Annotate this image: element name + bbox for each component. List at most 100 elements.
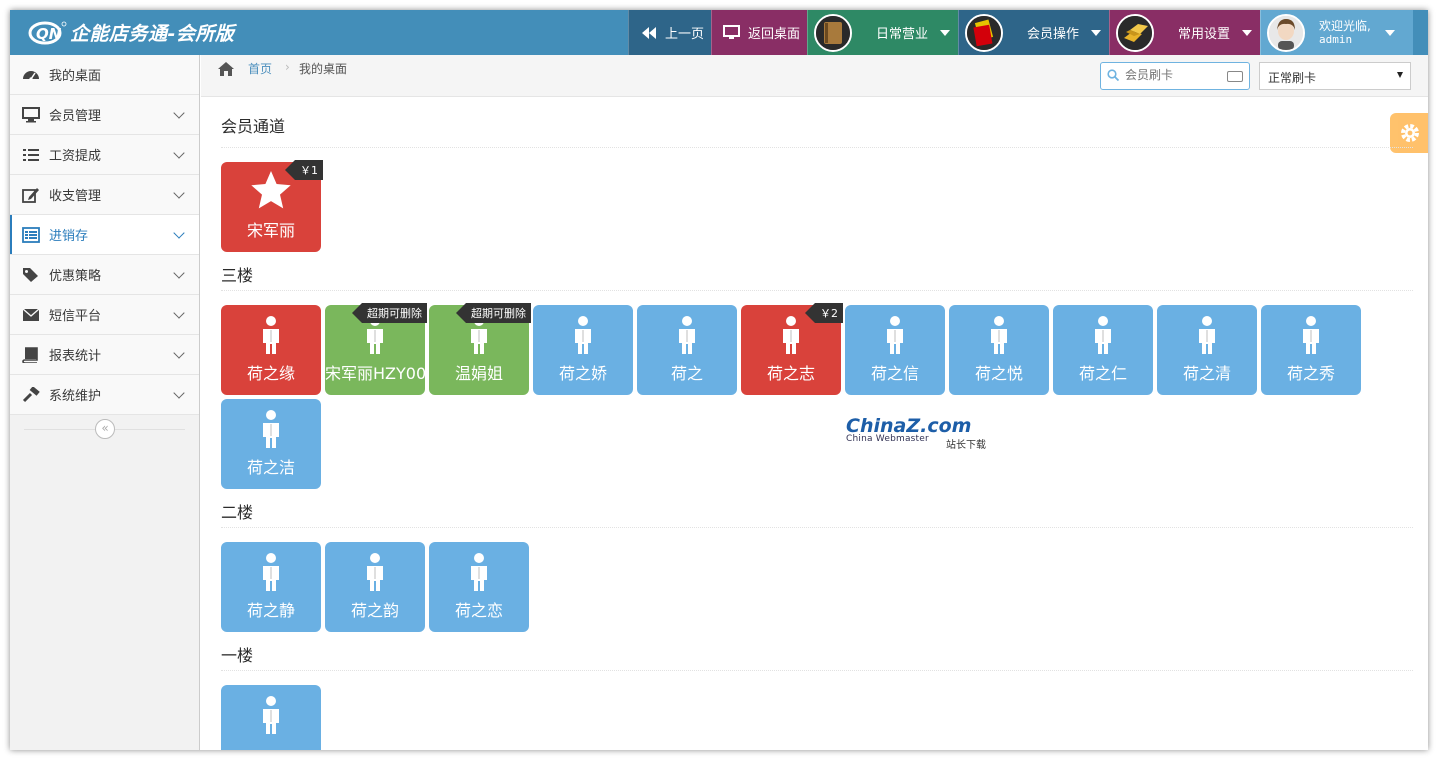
room-tile[interactable]: 荷之悦 bbox=[949, 305, 1049, 395]
floor-label: 一楼 bbox=[221, 646, 254, 665]
card-mode-value: 正常刷卡 bbox=[1268, 71, 1317, 85]
sidebar-item-salary[interactable]: 工资提成 bbox=[10, 135, 199, 175]
return-desktop-label: 返回桌面 bbox=[748, 27, 801, 42]
sidebar-item-label: 报表统计 bbox=[49, 349, 102, 364]
caret-down-icon bbox=[1091, 29, 1102, 36]
caret-down-icon bbox=[1384, 29, 1395, 36]
keyboard-icon[interactable] bbox=[1227, 71, 1243, 82]
brand-title: 企能店务通-会所版 bbox=[70, 23, 235, 45]
username: admin bbox=[1319, 32, 1353, 46]
gold-bars-icon bbox=[1116, 13, 1154, 52]
envelope-icon bbox=[22, 307, 40, 321]
room-tile[interactable]: 荷之信 bbox=[845, 305, 945, 395]
desktop-icon bbox=[22, 106, 40, 122]
room-tile[interactable]: 荷之韵 bbox=[325, 542, 425, 632]
tile-badge: ￥2 bbox=[805, 303, 843, 323]
sidebar-item-reports[interactable]: 报表统计 bbox=[10, 335, 199, 375]
prev-page-button[interactable]: 上一页 bbox=[628, 10, 711, 55]
room-tile[interactable]: 荷之志 ￥2 bbox=[741, 303, 843, 395]
sidebar-item-label: 优惠策略 bbox=[49, 269, 102, 284]
person-icon bbox=[1095, 316, 1111, 354]
chevron-down-icon bbox=[173, 227, 185, 239]
brand[interactable]: QN 企能店务通-会所版 bbox=[28, 16, 234, 49]
room-tile[interactable]: 荷之缘 bbox=[221, 305, 321, 395]
sidebar-item-desktop[interactable]: 我的桌面 bbox=[10, 55, 199, 95]
room-tile[interactable]: 宋军丽HZY001 超期可删除 bbox=[325, 303, 427, 395]
sidebar-collapse: « bbox=[10, 415, 199, 445]
room-tile[interactable]: 荷之 bbox=[637, 305, 737, 395]
room-tile[interactable]: 荷之恋 bbox=[429, 542, 529, 632]
person-icon bbox=[679, 316, 695, 354]
sidebar-item-system[interactable]: 系统维护 bbox=[10, 375, 199, 415]
person-icon bbox=[367, 553, 383, 591]
person-icon bbox=[471, 553, 487, 591]
tile-row: 荷之静 荷之韵 荷之恋 bbox=[221, 542, 1413, 632]
room-tile[interactable]: 荷之清 bbox=[1157, 305, 1257, 395]
room-tile[interactable]: 荷之仁 bbox=[1053, 305, 1153, 395]
chevron-down-icon bbox=[173, 387, 185, 399]
tile-name: 荷之 bbox=[670, 364, 703, 383]
room-tile[interactable]: 宋军丽 ￥1 bbox=[221, 160, 323, 252]
backward-icon bbox=[642, 26, 656, 39]
breadcrumb-home-link[interactable]: 首页 bbox=[248, 60, 272, 77]
search-input[interactable] bbox=[1125, 68, 1220, 82]
sidebar: 我的桌面 会员管理 工资提成 收支管理 进销存 优惠策略 短信平台 报表统计 系… bbox=[10, 55, 200, 750]
brand-logo-icon: QN bbox=[28, 21, 67, 44]
tile-name: 宋军丽HZY001 bbox=[325, 364, 425, 383]
common-settings-menu[interactable]: 常用设置 bbox=[1109, 10, 1260, 55]
room-tile[interactable]: 荷之静 bbox=[221, 542, 321, 632]
tile-name: 荷之秀 bbox=[1286, 364, 1335, 383]
room-section: 宋军丽 ￥1 三楼 bbox=[221, 148, 1413, 291]
card-mode-select[interactable]: 正常刷卡 bbox=[1259, 62, 1411, 90]
edit-icon bbox=[22, 187, 39, 203]
tile-name: 荷之志 bbox=[766, 364, 815, 383]
user-menu[interactable]: 欢迎光临, admin bbox=[1260, 10, 1413, 55]
chevron-down-icon bbox=[173, 147, 185, 159]
collapse-sidebar-button[interactable]: « bbox=[95, 419, 115, 439]
tile-name: 荷之信 bbox=[870, 364, 919, 383]
sidebar-item-inventory[interactable]: 进销存 bbox=[10, 215, 199, 255]
room-sections: 宋军丽 ￥1 三楼荷之缘 宋军丽HZY001 超期可删除温娟姐 超期可删除荷之娇 荷之 荷之志… bbox=[221, 148, 1413, 750]
sidebar-item-finance[interactable]: 收支管理 bbox=[10, 175, 199, 215]
room-section: 荷之缘宋军丽HZY001超期可删除温娟姐超期可删除荷之娇荷之荷之志￥2荷之信荷之… bbox=[221, 291, 1413, 528]
home-icon[interactable] bbox=[217, 61, 235, 77]
svg-text:QN: QN bbox=[36, 25, 62, 43]
return-desktop-button[interactable]: 返回桌面 bbox=[711, 10, 807, 55]
tile-row: 荷之缘宋军丽HZY001超期可删除温娟姐超期可删除荷之娇荷之荷之志￥2荷之信荷之… bbox=[221, 303, 1413, 489]
sidebar-item-sms[interactable]: 短信平台 bbox=[10, 295, 199, 335]
tile-name: 荷之韵 bbox=[350, 601, 399, 620]
chevron-down-icon bbox=[173, 267, 185, 279]
sidebar-item-member[interactable]: 会员管理 bbox=[10, 95, 199, 135]
tile-name: 宋军丽 bbox=[246, 221, 295, 240]
sidebar-item-promotion[interactable]: 优惠策略 bbox=[10, 255, 199, 295]
room-tile[interactable]: 温娟姐 超期可删除 bbox=[429, 303, 531, 395]
room-tile[interactable]: 荷之洁 bbox=[221, 399, 321, 489]
person-icon bbox=[263, 410, 279, 448]
member-card-search[interactable] bbox=[1100, 62, 1250, 90]
floor-label: 三楼 bbox=[221, 266, 254, 285]
page-title: 会员通道 bbox=[221, 97, 1413, 148]
room-tile[interactable] bbox=[221, 685, 321, 750]
caret-down-icon bbox=[1242, 29, 1253, 36]
room-tile[interactable]: 荷之秀 bbox=[1261, 305, 1361, 395]
tile-row: 宋军丽 ￥1 bbox=[221, 160, 1413, 252]
member-ops-menu[interactable]: 会员操作 bbox=[958, 10, 1109, 55]
daily-business-menu[interactable]: 日常营业 bbox=[807, 10, 958, 55]
chevron-down-icon bbox=[173, 307, 185, 319]
search-icon bbox=[1107, 69, 1119, 81]
sidebar-item-label: 会员管理 bbox=[49, 109, 102, 124]
member-ops-label: 会员操作 bbox=[1027, 27, 1080, 42]
sidebar-item-label: 收支管理 bbox=[49, 189, 102, 204]
room-tile[interactable]: 荷之娇 bbox=[533, 305, 633, 395]
tile-badge: 超期可删除 bbox=[456, 303, 531, 323]
user-info: 欢迎光临, admin bbox=[1319, 19, 1371, 47]
sidebar-item-label: 进销存 bbox=[49, 229, 89, 244]
cards-icon bbox=[965, 13, 1003, 52]
person-icon bbox=[1199, 316, 1215, 354]
tag-icon bbox=[23, 267, 38, 282]
list-icon bbox=[23, 148, 39, 161]
breadcrumb-current: 我的桌面 bbox=[299, 62, 348, 76]
caret-down-icon bbox=[940, 29, 951, 36]
tile-name: 荷之恋 bbox=[454, 601, 503, 620]
person-icon bbox=[263, 696, 279, 734]
